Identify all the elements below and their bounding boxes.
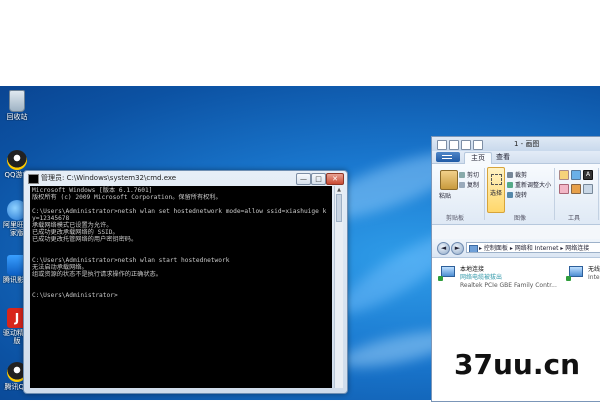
watermark-url: 37uu.cn	[454, 348, 580, 381]
console-line: y=12345678	[32, 215, 70, 222]
fill-icon[interactable]	[571, 170, 581, 180]
console-line: 已成功更改托管网络的用户密钥密码。	[32, 236, 138, 243]
scroll-up-icon[interactable]: ▲	[335, 186, 343, 194]
cut-label: 剪切	[467, 172, 480, 179]
select-button[interactable]: 选择	[487, 167, 505, 213]
adapter-name: 本地连接	[460, 266, 485, 273]
crop-label: 裁剪	[515, 172, 528, 179]
console-line: C:\Users\Administrator>netsh wlan set ho…	[32, 208, 327, 215]
ribbon-home: 粘贴 剪切 复制 剪贴板 选择 裁剪 重新调整大小 旋转 图像 A 工具	[432, 164, 600, 225]
save-icon[interactable]	[449, 140, 459, 150]
desktop-icon-recycle-bin[interactable]: 回收站	[2, 90, 32, 121]
console-line: 承载网络模式已设置为允许。	[32, 222, 113, 229]
adapter-name: 无线	[588, 266, 600, 273]
paint-menu-button[interactable]	[436, 152, 460, 162]
eraser-icon[interactable]	[559, 184, 569, 194]
color-picker-icon[interactable]	[571, 184, 581, 194]
minimize-button[interactable]: —	[296, 173, 311, 185]
copy-label: 复制	[467, 182, 480, 189]
paste-icon[interactable]	[440, 170, 458, 190]
desktop-icon-label: 回收站	[6, 113, 28, 121]
console-line: 组或资源的状态不是执行请求操作的正确状态。	[32, 271, 162, 278]
ribbon-tab-bar: 主页 查看	[432, 151, 600, 164]
forward-button[interactable]: ►	[451, 242, 464, 255]
cmd-vertical-scrollbar[interactable]: ▲	[334, 186, 343, 388]
cmd-window-title: 管理员: C:\Windows\system32\cmd.exe	[41, 174, 177, 182]
undo-icon[interactable]	[461, 140, 471, 150]
adapter-status: 网络电缆被拔出	[460, 274, 503, 281]
select-icon	[491, 174, 502, 185]
resize-button[interactable]: 重新调整大小	[507, 180, 551, 189]
cmd-console-output[interactable]: Microsoft Windows [版本 6.1.7601] 版权所有 (c)…	[30, 186, 332, 388]
pencil-icon[interactable]	[559, 170, 569, 180]
paint-app-icon[interactable]	[437, 140, 447, 150]
recycle-bin-icon	[9, 90, 25, 112]
adapter-device: Intel	[588, 274, 600, 281]
rotate-button[interactable]: 旋转	[507, 190, 527, 199]
paste-button[interactable]: 粘贴	[439, 191, 451, 200]
explorer-navigation-bar: ◄ ► ▸ 控制面板 ▸ 网络和 Internet ▸ 网络连接	[432, 239, 600, 258]
wireless-adapter-icon	[566, 266, 584, 282]
cut-button[interactable]: 剪切	[459, 170, 479, 179]
resize-label: 重新调整大小	[515, 182, 552, 189]
address-bar[interactable]: ▸ 控制面板 ▸ 网络和 Internet ▸ 网络连接	[466, 242, 600, 253]
select-label: 选择	[490, 190, 503, 197]
cmd-window[interactable]: 管理员: C:\Windows\system32\cmd.exe — □ ✕ M…	[23, 170, 348, 394]
console-line: Microsoft Windows [版本 6.1.7601]	[32, 187, 153, 194]
control-panel-icon	[469, 245, 478, 252]
console-prompt: C:\Users\Administrator>	[32, 292, 118, 299]
text-icon[interactable]: A	[583, 170, 593, 180]
crop-button[interactable]: 裁剪	[507, 170, 527, 179]
rotate-label: 旋转	[515, 192, 528, 199]
console-line: 无法启动承载网络。	[32, 264, 88, 271]
adapter-device: Realtek PCIe GBE Family Contr...	[460, 282, 557, 289]
group-label-clipboard: 剪贴板	[446, 215, 465, 222]
tab-view[interactable]: 查看	[490, 152, 516, 163]
breadcrumb: ▸ 控制面板 ▸ 网络和 Internet ▸ 网络连接	[479, 245, 590, 252]
console-line: 已成功更改承载网络的 SSID。	[32, 229, 119, 236]
magnifier-icon[interactable]	[583, 184, 593, 194]
top-white-margin	[0, 0, 600, 86]
tab-home[interactable]: 主页	[464, 152, 492, 164]
qq-game-icon	[7, 150, 27, 170]
console-line: 版权所有 (c) 2009 Microsoft Corporation。保留所有…	[32, 194, 222, 201]
paint-window-title: 1 - 画图	[514, 140, 540, 148]
close-button[interactable]: ✕	[326, 173, 344, 185]
redo-icon[interactable]	[473, 140, 483, 150]
copy-button[interactable]: 复制	[459, 180, 479, 189]
scroll-thumb[interactable]	[336, 194, 342, 222]
console-line: C:\Users\Administrator>netsh wlan start …	[32, 257, 230, 264]
paint-titlebar[interactable]: 1 - 画图	[432, 137, 600, 151]
group-label-image: 图像	[514, 215, 527, 222]
back-button[interactable]: ◄	[437, 242, 450, 255]
cmd-window-icon	[28, 174, 39, 184]
network-adapter-icon	[438, 266, 456, 282]
maximize-button[interactable]: □	[311, 173, 326, 185]
cmd-titlebar[interactable]: 管理员: C:\Windows\system32\cmd.exe — □ ✕	[24, 171, 347, 186]
group-label-tools: 工具	[568, 215, 581, 222]
